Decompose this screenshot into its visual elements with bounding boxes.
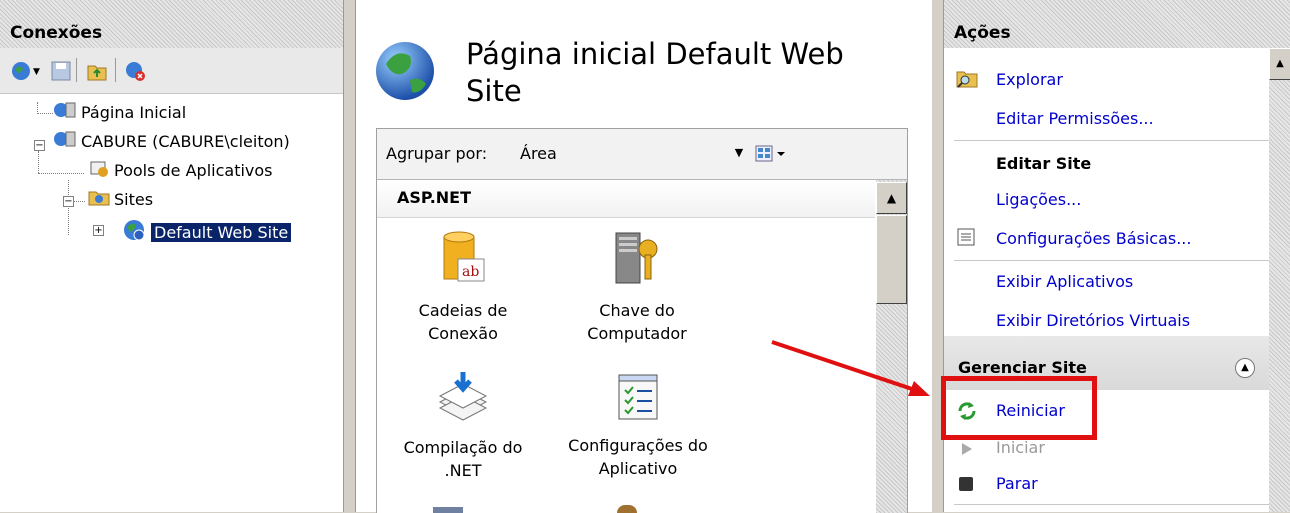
feature-label: Compilação do bbox=[403, 438, 523, 457]
save-icon[interactable] bbox=[50, 60, 72, 86]
server-icon bbox=[53, 101, 77, 126]
vertical-scrollbar[interactable]: ▲ bbox=[1269, 48, 1290, 512]
scroll-up-icon[interactable]: ▲ bbox=[1269, 48, 1290, 80]
app-settings-icon bbox=[553, 372, 723, 428]
feature-connection-strings[interactable]: ab Cadeias de Conexão bbox=[403, 231, 523, 345]
view-mode-icon[interactable] bbox=[755, 145, 789, 167]
feature-label: Computador bbox=[587, 324, 687, 343]
manage-site-title: Gerenciar Site bbox=[958, 358, 1087, 377]
group-by-select[interactable]: Área bbox=[520, 144, 557, 163]
view-applications-link[interactable]: Exibir Aplicativos bbox=[996, 272, 1133, 291]
collapse-toggle[interactable]: − bbox=[34, 140, 45, 151]
feature-label: Aplicativo bbox=[598, 459, 678, 478]
globe-icon bbox=[121, 218, 147, 249]
splitter[interactable] bbox=[344, 0, 355, 512]
tree-line bbox=[68, 180, 69, 235]
feature-net-compilation[interactable]: Compilação do .NET bbox=[393, 372, 533, 482]
actions-header: Ações bbox=[944, 0, 1290, 48]
sites-folder-icon bbox=[88, 188, 110, 213]
server-icon bbox=[53, 130, 77, 155]
stop-link[interactable]: Parar bbox=[996, 474, 1038, 493]
machine-key-icon bbox=[567, 231, 707, 293]
group-by-bar: Agrupar por: Área ▼ bbox=[377, 129, 907, 180]
vertical-scrollbar[interactable]: ▲ bbox=[876, 180, 907, 513]
divider bbox=[954, 504, 1269, 505]
connections-header: Conexões bbox=[0, 0, 343, 48]
bindings-link[interactable]: Ligações... bbox=[996, 190, 1081, 209]
connections-toolbar: ▼ bbox=[0, 48, 343, 94]
section-header: ASP.NET bbox=[377, 180, 875, 218]
feature-machine-key[interactable]: Chave do Computador bbox=[567, 231, 707, 345]
feature-icon-partial bbox=[433, 507, 463, 513]
tree-item-label: Página Inicial bbox=[81, 103, 187, 122]
collapse-toggle[interactable]: − bbox=[63, 196, 74, 207]
edit-permissions-link[interactable]: Editar Permissões... bbox=[996, 109, 1154, 128]
tree-line bbox=[37, 113, 53, 114]
disconnect-icon[interactable] bbox=[124, 60, 146, 86]
view-virtual-directories-link[interactable]: Exibir Diretórios Virtuais bbox=[996, 311, 1190, 330]
basic-settings-icon bbox=[956, 227, 976, 251]
tree-item-label: CABURE (CABURE\cleiton) bbox=[81, 132, 290, 151]
svg-text:ab: ab bbox=[462, 264, 479, 280]
section-title: ASP.NET bbox=[397, 188, 472, 207]
expand-toggle[interactable]: + bbox=[93, 225, 104, 236]
edit-site-header: Editar Site bbox=[996, 154, 1092, 173]
scroll-thumb[interactable] bbox=[876, 215, 907, 304]
connections-pane: Conexões ▼ Página Inicial − CABURE (CABU… bbox=[0, 0, 344, 512]
connections-title: Conexões bbox=[10, 23, 103, 43]
stop-icon bbox=[958, 476, 974, 496]
dropdown-arrow-icon[interactable]: ▼ bbox=[33, 67, 40, 77]
tree-item-default-web-site[interactable]: Default Web Site bbox=[121, 218, 292, 242]
app-pool-icon bbox=[88, 159, 110, 184]
start-link: Iniciar bbox=[996, 438, 1045, 457]
features-view: Agrupar por: Área ▼ ASP.NET ▲ ab Cadeias… bbox=[376, 128, 908, 513]
feature-app-settings[interactable]: Configurações do Aplicativo bbox=[553, 372, 723, 480]
feature-label: Conexão bbox=[428, 324, 498, 343]
tree-item-label: Sites bbox=[114, 190, 154, 209]
divider bbox=[954, 140, 1269, 141]
scroll-up-icon[interactable]: ▲ bbox=[876, 182, 907, 214]
globe-icon bbox=[374, 40, 436, 106]
group-by-label: Agrupar por: bbox=[386, 144, 488, 163]
explore-link[interactable]: Explorar bbox=[996, 70, 1063, 89]
tree-item-label: Pools de Aplicativos bbox=[114, 161, 273, 180]
feature-label: .NET bbox=[444, 461, 482, 480]
connect-icon[interactable] bbox=[10, 60, 32, 86]
toolbar-separator bbox=[115, 58, 116, 82]
start-icon bbox=[960, 441, 974, 461]
tree-item-server[interactable]: CABURE (CABURE\cleiton) bbox=[53, 130, 290, 154]
page-title: Página inicial Default Web Site bbox=[466, 37, 844, 108]
toolbar-separator bbox=[76, 58, 77, 82]
tree-item-start-page[interactable]: Página Inicial bbox=[53, 101, 186, 125]
feature-label: Cadeias de bbox=[418, 301, 508, 320]
database-icon: ab bbox=[403, 231, 523, 293]
annotation-highlight-box bbox=[941, 376, 1097, 440]
actions-title: Ações bbox=[954, 23, 1011, 43]
tree-item-label: Default Web Site bbox=[151, 223, 292, 242]
divider bbox=[954, 260, 1269, 261]
feature-label: Configurações do bbox=[568, 436, 708, 455]
explore-icon bbox=[956, 68, 978, 92]
tree-item-app-pools[interactable]: Pools de Aplicativos bbox=[88, 159, 273, 183]
collapse-up-icon[interactable]: ▲ bbox=[1235, 358, 1255, 378]
compilation-icon bbox=[393, 372, 533, 430]
basic-settings-link[interactable]: Configurações Básicas... bbox=[996, 229, 1191, 248]
tree-line bbox=[73, 201, 85, 202]
chevron-down-icon[interactable]: ▼ bbox=[733, 146, 745, 160]
tree-line bbox=[38, 173, 84, 174]
tree-line bbox=[38, 151, 39, 173]
feature-label: Chave do bbox=[599, 301, 675, 320]
up-folder-icon[interactable] bbox=[86, 60, 108, 86]
main-pane: Página inicial Default Web Site Agrupar … bbox=[355, 0, 933, 513]
tree-item-sites[interactable]: Sites bbox=[88, 188, 153, 212]
